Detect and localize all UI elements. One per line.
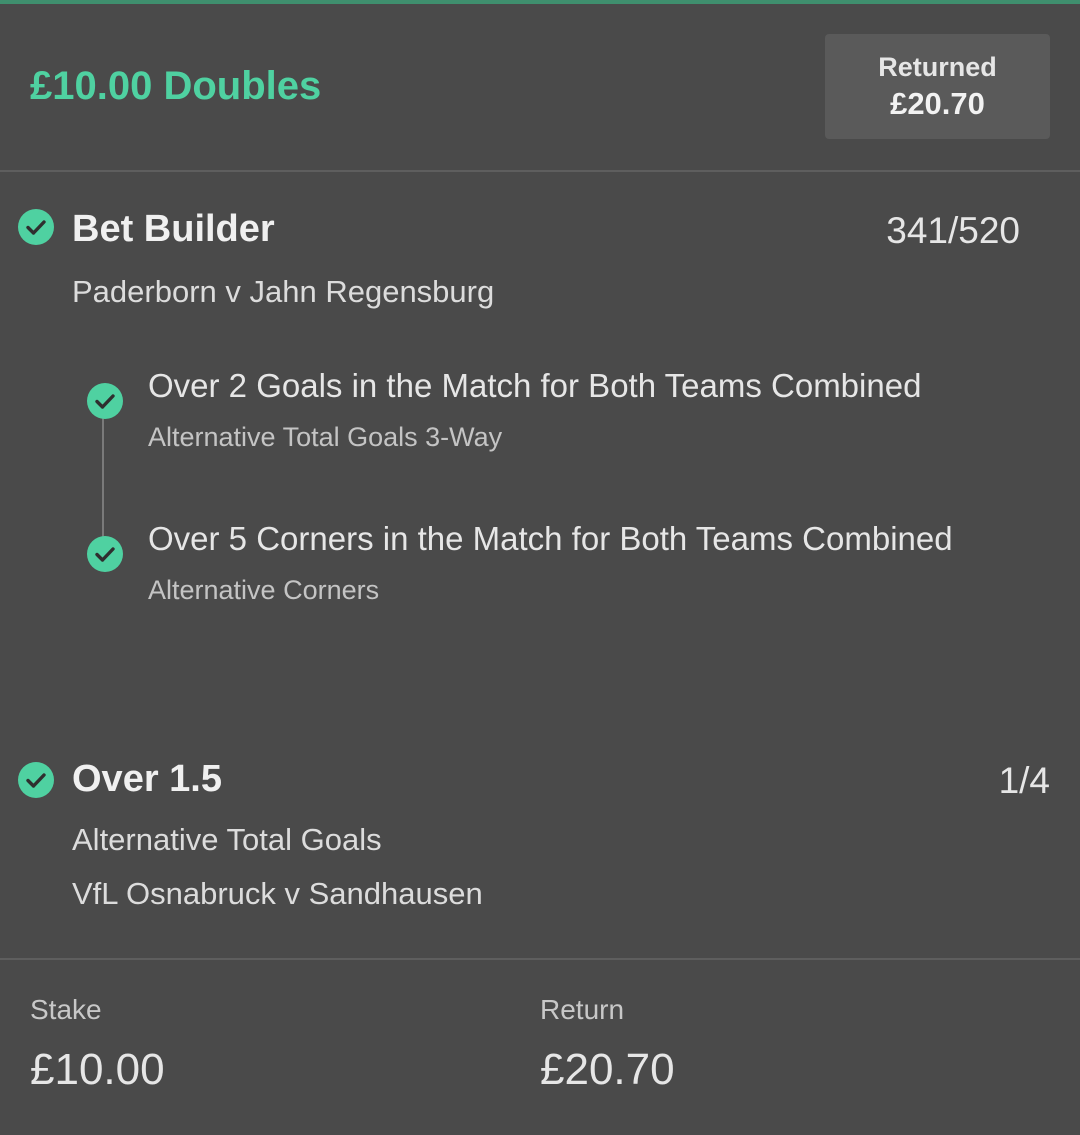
check-circle-icon (87, 536, 123, 572)
selection-match: VfL Osnabruck v Sandhausen (72, 876, 483, 911)
returned-badge: Returned £20.70 (825, 34, 1050, 139)
selection-title: Over 1.5 (72, 758, 222, 800)
stake-label: Stake (30, 994, 102, 1025)
returned-label: Returned (878, 52, 997, 82)
return-label: Return (540, 994, 625, 1025)
selection-odds: 341/520 (886, 210, 1020, 251)
returned-amount: £20.70 (890, 86, 985, 121)
leg-title: Over 5 Corners in the Match for Both Tea… (148, 520, 953, 557)
legs-connector-line (102, 410, 104, 550)
check-circle-icon (18, 209, 54, 245)
return-value: £20.70 (540, 1045, 675, 1094)
check-circle-icon (87, 383, 123, 419)
bet-header: £10.00 Doubles Returned £20.70 (0, 4, 1080, 172)
footer-divider (0, 958, 1080, 960)
stake-value: £10.00 (30, 1045, 165, 1094)
selection-odds: 1/4 (998, 760, 1050, 801)
bet-title: £10.00 Doubles (30, 64, 322, 108)
leg-market: Alternative Total Goals 3-Way (148, 422, 503, 452)
leg-title: Over 2 Goals in the Match for Both Teams… (148, 367, 922, 404)
selection-title: Bet Builder (72, 208, 275, 250)
check-circle-icon (18, 762, 54, 798)
selection-match: Paderborn v Jahn Regensburg (72, 274, 495, 309)
selection-market: Alternative Total Goals (72, 822, 382, 857)
leg-market: Alternative Corners (148, 575, 380, 605)
